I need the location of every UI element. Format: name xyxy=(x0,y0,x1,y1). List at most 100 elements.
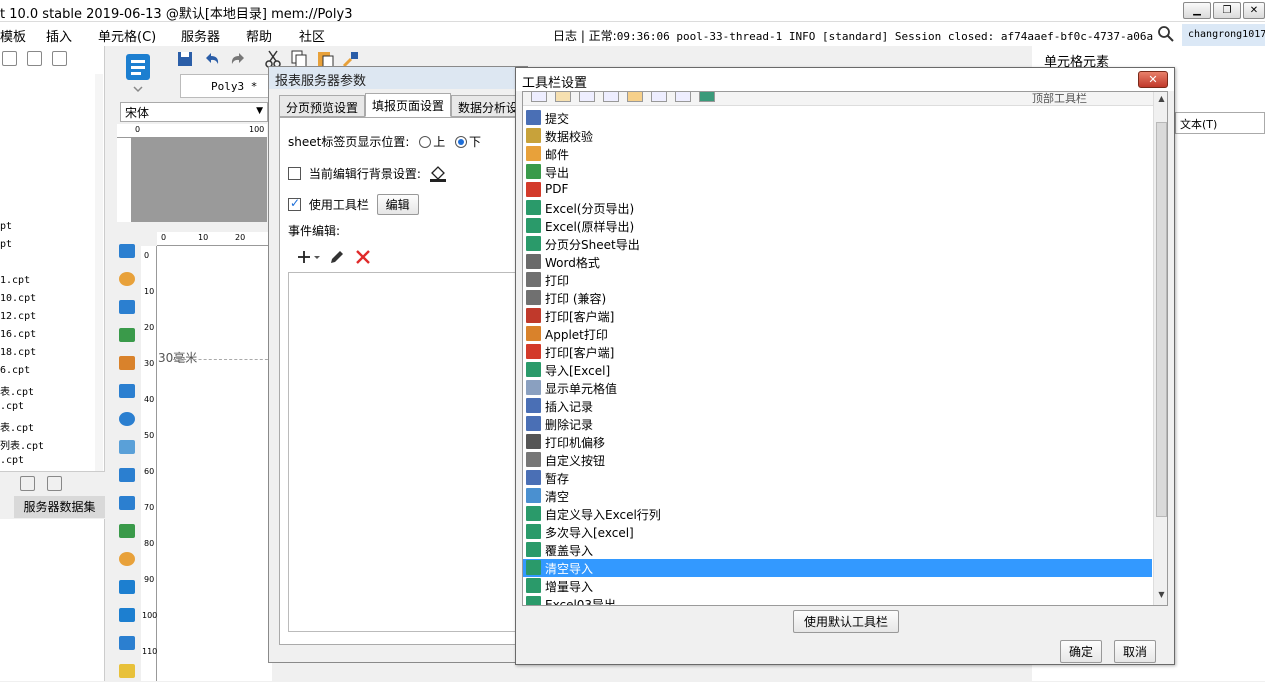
toolbar-list-item[interactable]: 打印 xyxy=(523,271,1152,289)
menu-help[interactable]: 帮助 xyxy=(246,26,272,45)
bar-chart-icon[interactable] xyxy=(119,300,135,314)
minimize-button[interactable]: ▁ xyxy=(1183,2,1211,19)
cancel-button[interactable]: 取消 xyxy=(1114,640,1157,663)
file-item[interactable]: 列表.cpt xyxy=(0,437,44,452)
menu-community[interactable]: 社区 xyxy=(299,26,325,45)
close-window-button[interactable]: ✕ xyxy=(1243,2,1265,19)
template-settings-icon[interactable] xyxy=(2,51,17,66)
toolbar-list-item[interactable]: 清空导入 xyxy=(523,559,1152,577)
delete-icon[interactable] xyxy=(27,51,42,66)
toolbar-list-item[interactable]: 提交 xyxy=(523,109,1152,127)
menu-server[interactable]: 服务器 xyxy=(181,26,220,45)
event-list[interactable] xyxy=(288,272,530,632)
file-item[interactable]: .cpt xyxy=(0,455,24,466)
treemap-chart-icon[interactable] xyxy=(119,636,135,650)
toolbar-list-item[interactable]: 覆盖导入 xyxy=(523,541,1152,559)
file-item[interactable]: 10.cpt xyxy=(0,293,36,304)
toolbar-list-item[interactable]: 清空 xyxy=(523,487,1152,505)
save-icon[interactable] xyxy=(175,49,195,69)
funnel-icon[interactable] xyxy=(119,664,135,678)
toolbar-list-item[interactable]: Word格式 xyxy=(523,253,1152,271)
toolbar-list-item[interactable]: 数据校验 xyxy=(523,127,1152,145)
map-chart-icon[interactable] xyxy=(119,608,135,622)
combo-chart-icon[interactable] xyxy=(119,524,135,538)
funnel-chart-icon[interactable] xyxy=(119,552,135,566)
area-chart-icon[interactable] xyxy=(119,384,135,398)
log-status[interactable]: 日志 | 正常:09:36:06 pool-33-thread-1 INFO [… xyxy=(553,27,1153,44)
paint-bucket-icon[interactable] xyxy=(428,164,448,182)
server-dataset-tab[interactable]: 服务器数据集 xyxy=(14,496,105,518)
map-chart-icon[interactable] xyxy=(119,580,135,594)
tab-data-analysis[interactable]: 数据分析设 xyxy=(451,95,521,117)
use-default-toolbar-button[interactable]: 使用默认工具栏 xyxy=(793,610,900,633)
menu-insert[interactable]: 插入 xyxy=(46,26,72,45)
edit-toolbar-button[interactable]: 编辑 xyxy=(376,194,419,215)
undo-icon[interactable] xyxy=(202,49,222,69)
search-icon[interactable] xyxy=(1157,25,1175,43)
toolbar-list-item[interactable]: 打印 (兼容) xyxy=(523,289,1152,307)
toolbar-list-item[interactable]: 显示单元格值 xyxy=(523,379,1152,397)
tab-fill-page[interactable]: 填报页面设置 xyxy=(365,93,452,117)
table-chart-icon[interactable] xyxy=(119,244,135,258)
toolbar-list-item[interactable]: 自定义导入Excel行列 xyxy=(523,505,1152,523)
toolbar-list-item[interactable]: 删除记录 xyxy=(523,415,1152,433)
menu-template[interactable]: 模板 xyxy=(0,26,26,45)
toolbar-list-item[interactable]: PDF xyxy=(523,181,1152,199)
maximize-button[interactable]: ❐ xyxy=(1213,2,1241,19)
toolbar-list-item[interactable]: Excel03导出 xyxy=(523,595,1152,605)
edit-event-icon[interactable] xyxy=(328,248,346,266)
file-item[interactable]: 18.cpt xyxy=(0,347,36,358)
toolbar-list-item[interactable]: 导出 xyxy=(523,163,1152,181)
ok-button[interactable]: 确定 xyxy=(1060,640,1103,663)
toolbar-list-item[interactable]: 打印[客户端] xyxy=(523,307,1152,325)
toolbar-list-item[interactable]: 增量导入 xyxy=(523,577,1152,595)
cell-type-select[interactable]: 文本(T) xyxy=(1175,112,1265,134)
refresh-icon[interactable] xyxy=(47,476,62,491)
bg-setting-checkbox[interactable] xyxy=(288,167,301,180)
toolbar-list-item[interactable]: 暂存 xyxy=(523,469,1152,487)
toolbar-list-item[interactable]: 自定义按钮 xyxy=(523,451,1152,469)
toolbar-list-item[interactable]: 多次导入[excel] xyxy=(523,523,1152,541)
file-item[interactable]: pt xyxy=(0,239,12,250)
toolbar-list-item[interactable]: Excel(原样导出) xyxy=(523,217,1152,235)
pie-chart-icon[interactable] xyxy=(119,272,135,286)
file-item[interactable]: pt xyxy=(0,221,12,232)
menu-cell[interactable]: 单元格(C) xyxy=(98,26,156,45)
file-item[interactable]: .cpt xyxy=(0,401,24,412)
horizontal-bar-chart-icon[interactable] xyxy=(119,328,135,342)
preview-icon[interactable] xyxy=(20,476,35,491)
file-item[interactable]: 表.cpt xyxy=(0,383,34,398)
list-scrollbar[interactable]: ▲ ▼ xyxy=(1153,92,1167,605)
scatter-chart-icon[interactable] xyxy=(119,468,135,482)
gauge-chart-icon[interactable] xyxy=(119,412,135,426)
toolbar-list-item[interactable]: Applet打印 xyxy=(523,325,1152,343)
copy-icon[interactable] xyxy=(52,51,67,66)
toolbar-item-list[interactable]: 顶部工具栏 提交 数据校验 邮件 导出 PDF Excel(分页导出) Excel(原样导出… xyxy=(522,91,1168,606)
report-canvas[interactable] xyxy=(157,232,272,681)
delete-event-icon[interactable] xyxy=(354,248,372,266)
position-up-radio[interactable] xyxy=(419,136,432,148)
file-item[interactable]: 12.cpt xyxy=(0,311,36,322)
close-dialog-button[interactable]: ✕ xyxy=(1138,71,1168,88)
toolbar-list-item[interactable]: 打印[客户端] xyxy=(523,343,1152,361)
bubble-chart-icon[interactable] xyxy=(119,496,135,510)
file-item[interactable]: 1.cpt xyxy=(0,275,30,286)
toolbar-list-item[interactable]: 导入[Excel] xyxy=(523,361,1152,379)
toolbar-list-item[interactable]: 插入记录 xyxy=(523,397,1152,415)
user-account[interactable]: changrong1017 xyxy=(1182,24,1265,46)
toolbar-list-item[interactable]: 邮件 xyxy=(523,145,1152,163)
add-event-icon[interactable] xyxy=(296,248,322,266)
toolbar-list-item[interactable]: 打印机偏移 xyxy=(523,433,1152,451)
position-down-radio[interactable] xyxy=(455,136,468,148)
template-scrollbar[interactable] xyxy=(95,74,103,494)
tab-page-preview[interactable]: 分页预览设置 xyxy=(279,95,366,117)
scroll-up-icon[interactable]: ▲ xyxy=(1156,94,1167,106)
toolbar-list-item[interactable]: Excel(分页导出) xyxy=(523,199,1152,217)
scroll-down-icon[interactable]: ▼ xyxy=(1156,590,1167,602)
file-item[interactable]: 表.cpt xyxy=(0,419,34,434)
use-toolbar-checkbox[interactable] xyxy=(288,196,301,211)
radar-chart-icon[interactable] xyxy=(119,440,135,454)
file-item[interactable]: 6.cpt xyxy=(0,365,30,376)
file-item[interactable]: 16.cpt xyxy=(0,329,36,340)
toolbar-list-item[interactable]: 分页分Sheet导出 xyxy=(523,235,1152,253)
